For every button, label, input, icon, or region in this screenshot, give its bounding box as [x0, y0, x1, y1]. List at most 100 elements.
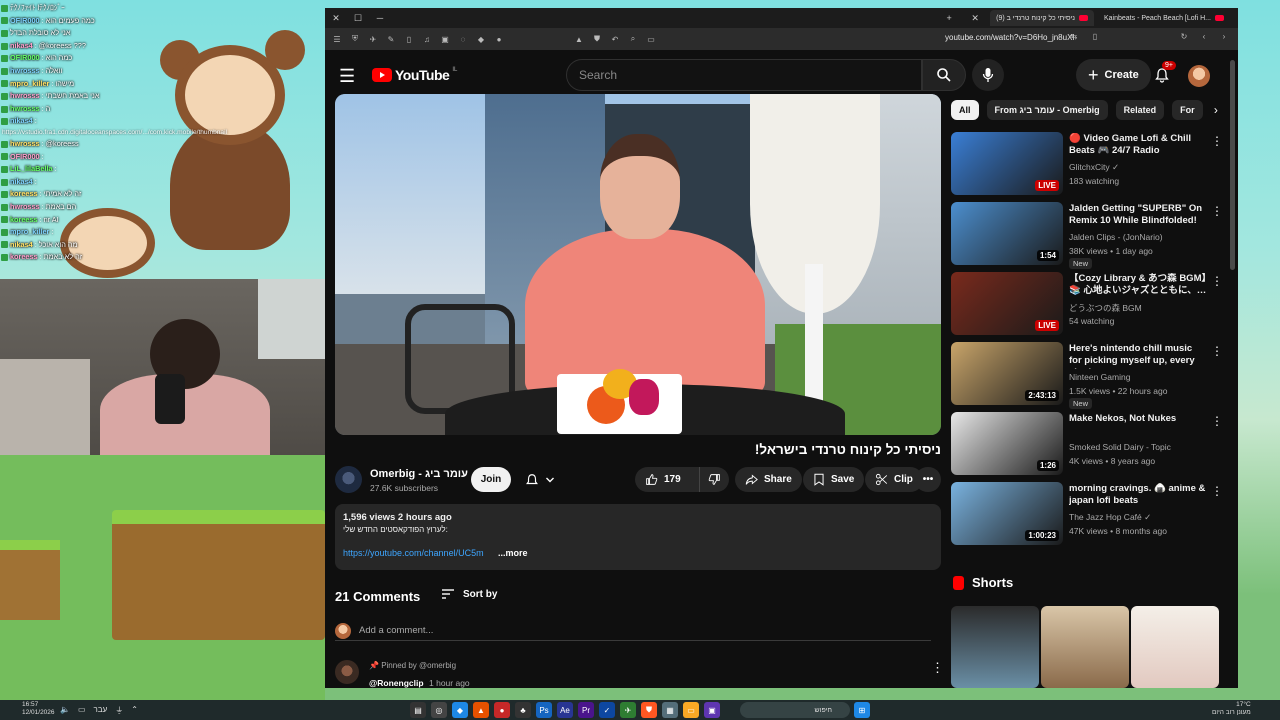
edit-icon[interactable]: ✎	[385, 35, 397, 44]
close-window-icon[interactable]: ✕	[325, 13, 347, 24]
windows-start-icon[interactable]: ⊞	[854, 702, 870, 718]
forward-icon[interactable]: ›	[1218, 32, 1230, 41]
more-vertical-icon[interactable]: ⋮	[1211, 414, 1223, 428]
video-thumbnail[interactable]: LIVE	[951, 132, 1063, 195]
screenshot-icon[interactable]: ▣	[439, 35, 451, 44]
chevron-right-icon[interactable]: ›	[1211, 103, 1221, 117]
app-icon[interactable]: ▲	[473, 702, 489, 718]
premiere-icon[interactable]: Pr	[578, 702, 594, 718]
more-vertical-icon[interactable]: ⋮	[1211, 134, 1223, 148]
notifications-button[interactable]: 9+	[1150, 61, 1176, 87]
terminal-app-icon[interactable]: ▤	[410, 702, 426, 718]
add-comment-field[interactable]: Add a comment...	[335, 621, 931, 641]
address-bar[interactable]: youtube.com/watch?v=D6Ho_jn8uXI	[945, 33, 1075, 42]
sidebar-icon[interactable]: ▯	[403, 35, 415, 44]
diamond-icon[interactable]: ◆	[475, 35, 487, 44]
like-button[interactable]: 179	[635, 467, 699, 492]
tab-youtube-video[interactable]: ניסיתי כל קינוח טרנדי ב (9)	[990, 10, 1094, 26]
channel-name[interactable]: Smoked Solid Dairy - Topic	[1069, 442, 1171, 452]
brave-icon[interactable]: ⛊	[641, 702, 657, 718]
app-icon[interactable]: ◆	[452, 702, 468, 718]
app-icon[interactable]: ✈	[620, 702, 636, 718]
sort-comments-button[interactable]: Sort by	[441, 588, 497, 600]
chat-icon[interactable]: ◌	[457, 35, 469, 44]
warning-icon[interactable]: ▲	[573, 35, 585, 44]
more-vertical-icon[interactable]: ⋮	[1211, 274, 1223, 288]
youtube-logo[interactable]: YouTube IL	[372, 67, 457, 83]
app-icon[interactable]: ✓	[599, 702, 615, 718]
language-indicator[interactable]: עבר	[94, 705, 108, 716]
chip-all[interactable]: All	[951, 100, 979, 120]
commenter-avatar[interactable]	[335, 660, 359, 684]
tray-chevron-up-icon[interactable]: ⌃	[131, 705, 138, 716]
account-avatar[interactable]	[1188, 65, 1210, 87]
short-item[interactable]	[1131, 606, 1219, 688]
search-page-icon[interactable]: ⌕	[627, 34, 639, 44]
commenter-name[interactable]: @Ronengclip	[369, 678, 424, 688]
network-icon[interactable]: ▭	[78, 705, 86, 716]
recommendation-item[interactable]: 1:26 Make Nekos, Not Nukes Smoked Solid Da…	[951, 412, 1223, 482]
video-thumbnail[interactable]: 1:26	[951, 412, 1063, 475]
channel-avatar[interactable]	[335, 466, 362, 493]
new-tab-icon[interactable]: +	[938, 13, 960, 23]
video-title[interactable]: Here's nintendo chill music for picking …	[1069, 343, 1207, 369]
brave-shield-icon[interactable]: ⛊	[591, 34, 603, 44]
search-input[interactable]: Search	[566, 59, 922, 91]
video-title[interactable]: 【Cozy Library & あつ森 BGM】📚 心地よいジャズとともに、…	[1069, 273, 1207, 297]
undo-icon[interactable]: ↶	[609, 35, 621, 44]
minimize-window-icon[interactable]: ─	[369, 13, 391, 23]
taskbar-search[interactable]: חיפוש	[740, 702, 850, 718]
save-button[interactable]: Save	[803, 467, 865, 492]
search-button[interactable]	[922, 59, 966, 91]
channel-name[interactable]: GlitchxCity ✓	[1069, 162, 1119, 173]
more-vertical-icon[interactable]: ⋮	[1211, 484, 1223, 498]
app-icon[interactable]: ▣	[704, 702, 720, 718]
volume-icon[interactable]: 🔈	[60, 705, 70, 716]
short-item[interactable]	[951, 606, 1039, 688]
after-effects-icon[interactable]: Ae	[557, 702, 573, 718]
video-title[interactable]: morning cravings. 🍙 anime & japan lofi b…	[1069, 483, 1207, 507]
maximize-window-icon[interactable]: ☐	[347, 13, 369, 24]
reload-icon[interactable]: ↻	[1178, 32, 1190, 41]
join-button[interactable]: Join	[471, 467, 511, 492]
video-title[interactable]: Jalden Getting "SUPERB" On Remix 10 Whil…	[1069, 203, 1207, 227]
video-title[interactable]: Make Nekos, Not Nukes	[1069, 413, 1207, 425]
short-item[interactable]	[1041, 606, 1129, 688]
taskbar-clock[interactable]: 16:57 12/01/2026	[22, 701, 55, 717]
page-scrollbar[interactable]	[1230, 60, 1235, 270]
cast-icon[interactable]: ▭	[645, 35, 657, 44]
chip-related[interactable]: Related	[1115, 100, 1165, 120]
app-icon[interactable]: ♣	[515, 702, 531, 718]
video-thumbnail[interactable]: LIVE	[951, 272, 1063, 335]
close-tab-icon[interactable]: ✕	[964, 13, 986, 24]
recommendation-item[interactable]: 1:00:23 morning cravings. 🍙 anime & japan…	[951, 482, 1223, 552]
folder-icon[interactable]: ▭	[683, 702, 699, 718]
subscription-notifications-button[interactable]	[517, 467, 567, 492]
recommendation-item[interactable]: LIVE 🔴 Video Game Lofi & Chill Beats 🎮 24…	[951, 132, 1223, 202]
photoshop-icon[interactable]: Ps	[536, 702, 552, 718]
music-icon[interactable]: ♫	[421, 35, 433, 44]
tab-kainbeats[interactable]: Kainbeats - Peach Beach [Lofi H...	[1098, 10, 1230, 26]
obs-icon[interactable]: ●	[494, 702, 510, 718]
weather-widget[interactable]: 17°C מעונן רוב היום	[1212, 701, 1251, 717]
create-button[interactable]: + Create	[1076, 59, 1151, 91]
video-thumbnail[interactable]: 2:43:13	[951, 342, 1063, 405]
chip-from-channel[interactable]: From עומר ביג - Omerbig	[986, 100, 1108, 120]
channel-name[interactable]: The Jazz Hop Café ✓	[1069, 512, 1151, 523]
guide-menu-icon[interactable]: ☰	[339, 66, 355, 87]
translate-icon[interactable]: ⇆	[1068, 32, 1080, 41]
menu-icon[interactable]: ☰	[331, 35, 343, 44]
share-button[interactable]: Share	[735, 467, 802, 492]
shield-icon[interactable]: ⛨	[349, 34, 361, 44]
channel-name[interactable]: Jalden Clips - (JonNario)	[1069, 232, 1163, 242]
extension-icon[interactable]: ●	[493, 35, 505, 44]
back-icon[interactable]: ‹	[1198, 32, 1210, 41]
recommendation-item[interactable]: 1:54 Jalden Getting "SUPERB" On Remix 10 …	[951, 202, 1223, 272]
channel-name[interactable]: Ninteen Gaming	[1069, 372, 1130, 382]
more-actions-button[interactable]: •••	[915, 467, 941, 492]
usb-icon[interactable]: ⏚	[115, 705, 123, 716]
calendar-icon[interactable]: ▦	[662, 702, 678, 718]
channel-name[interactable]: どうぶつの森 BGM	[1069, 302, 1142, 314]
show-more-button[interactable]: ...more	[498, 548, 528, 558]
more-vertical-icon[interactable]: ⋮	[1211, 204, 1223, 218]
